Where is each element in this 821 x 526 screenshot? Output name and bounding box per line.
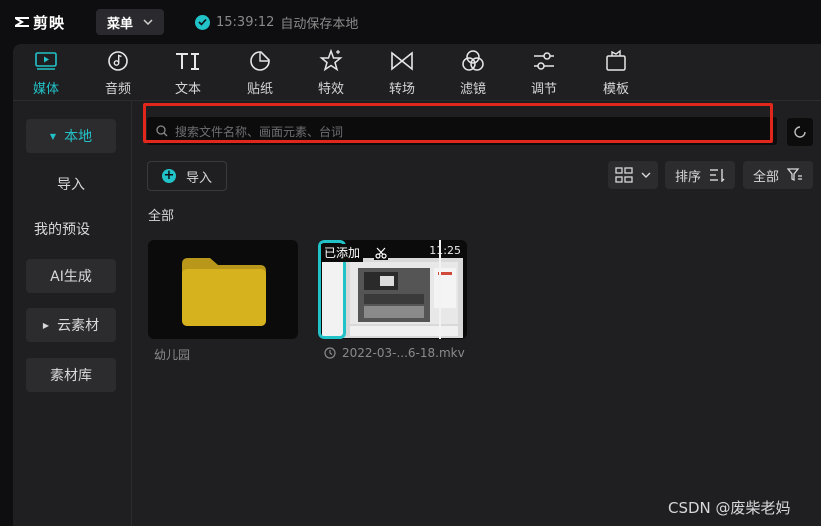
sidebar-item-label: 素材库 [50, 368, 92, 384]
tab-label: 滤镜 [459, 82, 486, 97]
playhead-line [439, 240, 441, 339]
funnel-icon [787, 168, 802, 182]
search-highlight-box [143, 103, 773, 143]
watermark: CSDN @废柴老妈 [668, 499, 791, 517]
sidebar-item-label: 我的预设 [34, 222, 90, 238]
sidebar-item-library[interactable]: 素材库 [26, 358, 116, 392]
tab-template[interactable]: 模板 [586, 48, 646, 98]
capcut-logo-icon [15, 17, 29, 27]
media-item-meta: 2022-03-...6-18.mkv [324, 346, 465, 360]
autosave-text: 自动保存本地 [280, 16, 359, 32]
sort-icon [710, 169, 725, 182]
autosave-status: 15:39:12 自动保存本地 [195, 13, 359, 32]
sidebar-item-label: AI生成 [50, 269, 92, 285]
tab-label: 贴纸 [246, 82, 273, 97]
tab-label: 调节 [530, 82, 557, 97]
tab-label: 模板 [602, 82, 629, 97]
plus-icon: + [161, 168, 176, 183]
filter-button[interactable]: 全部 [743, 161, 813, 189]
sidebar-item-cloud[interactable]: ▶ 云素材 [26, 308, 116, 342]
import-label: 导入 [185, 170, 212, 186]
transition-icon [389, 48, 415, 74]
chevron-down-icon [641, 172, 651, 178]
tab-adjust[interactable]: 调节 [514, 48, 574, 98]
sidebar-item-local[interactable]: ▼ 本地 [26, 119, 116, 153]
sidebar-item-label: 导入 [57, 177, 85, 193]
tab-label: 音频 [104, 82, 131, 97]
sidebar-item-import[interactable]: 导入 [26, 167, 116, 201]
filter-label: 全部 [752, 169, 779, 185]
sidebar-item-ai-generate[interactable]: AI生成 [26, 259, 116, 293]
sidebar-item-label: 云素材 [57, 318, 100, 334]
scissors-icon [374, 246, 388, 260]
audio-icon [107, 48, 129, 74]
media-item-folder[interactable] [148, 240, 298, 339]
autosave-time: 15:39:12 [216, 14, 275, 30]
tab-text[interactable]: 文本 [158, 48, 218, 98]
sort-button[interactable]: 排序 [665, 161, 735, 189]
media-icon [34, 48, 58, 74]
tab-filter[interactable]: 滤镜 [443, 48, 503, 98]
section-title: 全部 [148, 209, 175, 224]
sticker-icon [249, 48, 271, 74]
tab-media[interactable]: 媒体 [16, 48, 76, 98]
media-item-name: 2022-03-...6-18.mkv [342, 346, 465, 360]
sidebar-item-presets[interactable]: 我的预设 [34, 212, 144, 246]
menu-button[interactable]: 菜单 [96, 9, 164, 35]
sort-label: 排序 [674, 169, 701, 185]
check-circle-icon [195, 14, 210, 30]
category-toolbar: 媒体 音频 文本 贴纸 特效 转场 滤镜 调节 模板 [13, 44, 821, 100]
divider [13, 100, 821, 101]
tab-label: 媒体 [32, 82, 59, 97]
text-icon [174, 48, 202, 74]
tab-audio[interactable]: 音频 [88, 48, 148, 98]
tab-sticker[interactable]: 贴纸 [230, 48, 290, 98]
refresh-button[interactable] [787, 118, 813, 146]
tab-label: 特效 [317, 82, 344, 97]
import-button[interactable]: + 导入 [147, 161, 227, 191]
sidebar: ▼ 本地 导入 我的预设 AI生成 ▶ 云素材 素材库 [13, 101, 132, 526]
folder-icon [182, 258, 266, 326]
caret-down-icon: ▼ [49, 131, 57, 141]
menu-label: 菜单 [106, 16, 133, 32]
grid-view-icon [615, 167, 633, 183]
chevron-down-icon [143, 19, 153, 25]
tab-label: 转场 [388, 82, 415, 97]
sidebar-item-label: 本地 [64, 129, 93, 145]
caret-right-icon: ▶ [42, 320, 50, 330]
app-name: 剪映 [33, 13, 66, 32]
added-badge: 已添加 [321, 244, 364, 262]
template-icon [604, 48, 628, 74]
effects-icon [319, 48, 343, 74]
view-mode-button[interactable] [608, 161, 658, 189]
tab-label: 文本 [174, 82, 201, 97]
refresh-icon [794, 126, 806, 138]
tab-transition[interactable]: 转场 [372, 48, 432, 98]
app-logo: 剪映 [14, 12, 65, 32]
clock-icon [324, 347, 336, 359]
adjust-icon [532, 48, 556, 74]
video-duration: 11:25 [429, 244, 461, 257]
media-item-name: 幼儿园 [154, 348, 191, 362]
media-item-video[interactable]: 已添加 11:25 [318, 240, 467, 339]
tab-effects[interactable]: 特效 [301, 48, 361, 98]
filter-icon [461, 48, 485, 74]
